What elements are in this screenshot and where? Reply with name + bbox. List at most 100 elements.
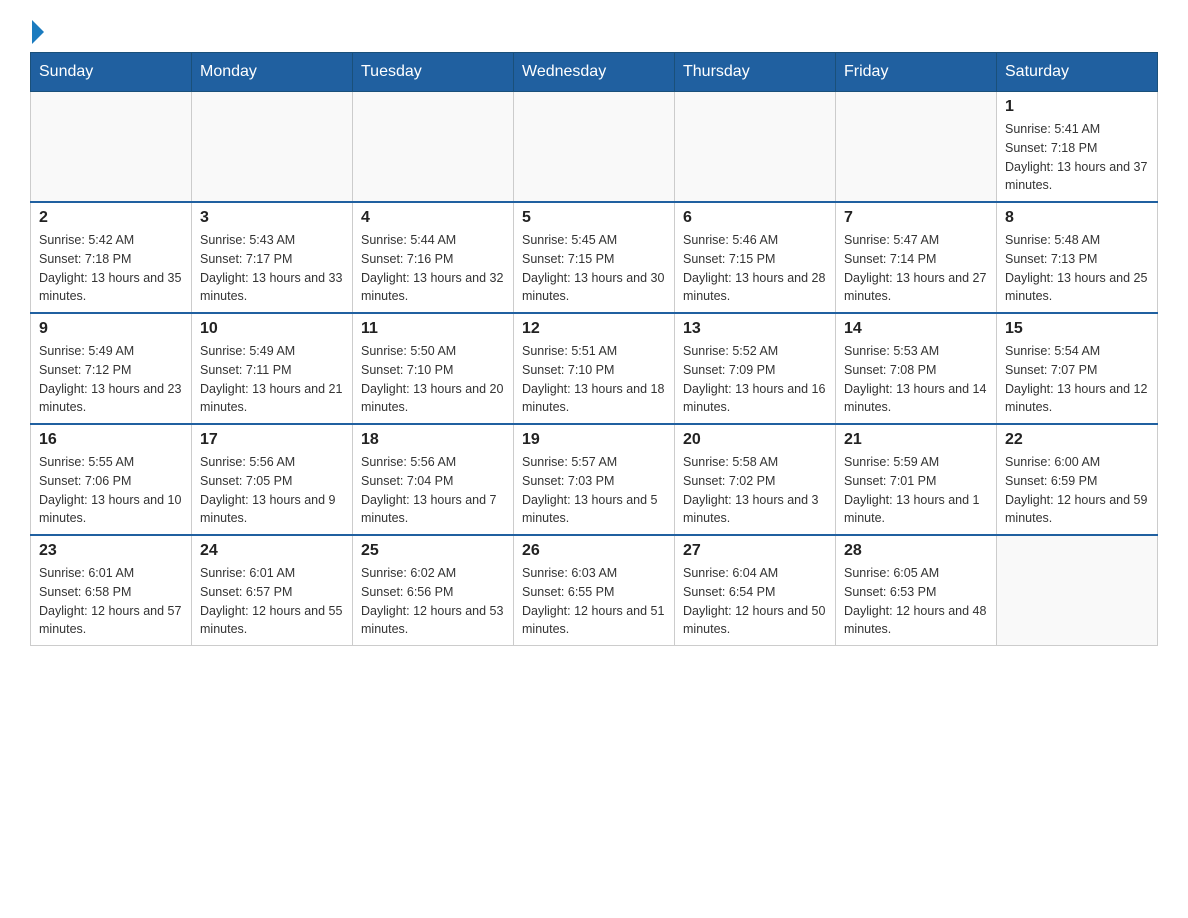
calendar-cell: 23 Sunrise: 6:01 AM Sunset: 6:58 PM Dayli…: [31, 535, 192, 646]
day-number: 23: [39, 542, 183, 560]
weekday-header-row: SundayMondayTuesdayWednesdayThursdayFrid…: [31, 53, 1158, 92]
day-number: 7: [844, 209, 988, 227]
day-info: Sunrise: 5:42 AM Sunset: 7:18 PM Dayligh…: [39, 231, 183, 306]
day-info: Sunrise: 5:59 AM Sunset: 7:01 PM Dayligh…: [844, 453, 988, 528]
calendar-cell: 17 Sunrise: 5:56 AM Sunset: 7:05 PM Dayli…: [192, 424, 353, 535]
day-info: Sunrise: 5:49 AM Sunset: 7:12 PM Dayligh…: [39, 342, 183, 417]
day-number: 28: [844, 542, 988, 560]
day-number: 13: [683, 320, 827, 338]
day-number: 24: [200, 542, 344, 560]
calendar-cell: 22 Sunrise: 6:00 AM Sunset: 6:59 PM Dayli…: [997, 424, 1158, 535]
calendar-cell: 27 Sunrise: 6:04 AM Sunset: 6:54 PM Dayli…: [675, 535, 836, 646]
day-info: Sunrise: 6:01 AM Sunset: 6:58 PM Dayligh…: [39, 564, 183, 639]
day-number: 21: [844, 431, 988, 449]
day-info: Sunrise: 6:05 AM Sunset: 6:53 PM Dayligh…: [844, 564, 988, 639]
calendar-cell: [514, 92, 675, 203]
day-info: Sunrise: 6:01 AM Sunset: 6:57 PM Dayligh…: [200, 564, 344, 639]
day-number: 10: [200, 320, 344, 338]
day-info: Sunrise: 5:52 AM Sunset: 7:09 PM Dayligh…: [683, 342, 827, 417]
day-number: 14: [844, 320, 988, 338]
day-info: Sunrise: 6:02 AM Sunset: 6:56 PM Dayligh…: [361, 564, 505, 639]
day-number: 25: [361, 542, 505, 560]
weekday-header-sunday: Sunday: [31, 53, 192, 92]
calendar-cell: 21 Sunrise: 5:59 AM Sunset: 7:01 PM Dayli…: [836, 424, 997, 535]
day-number: 22: [1005, 431, 1149, 449]
day-info: Sunrise: 6:00 AM Sunset: 6:59 PM Dayligh…: [1005, 453, 1149, 528]
weekday-header-tuesday: Tuesday: [353, 53, 514, 92]
calendar-cell: 13 Sunrise: 5:52 AM Sunset: 7:09 PM Dayli…: [675, 313, 836, 424]
calendar-cell: 7 Sunrise: 5:47 AM Sunset: 7:14 PM Daylig…: [836, 202, 997, 313]
day-info: Sunrise: 6:03 AM Sunset: 6:55 PM Dayligh…: [522, 564, 666, 639]
calendar-table: SundayMondayTuesdayWednesdayThursdayFrid…: [30, 52, 1158, 646]
logo: [30, 20, 44, 42]
day-number: 15: [1005, 320, 1149, 338]
calendar-cell: 15Sunrise: 5:54 AM Sunset: 7:07 PM Dayli…: [997, 313, 1158, 424]
calendar-cell: 20 Sunrise: 5:58 AM Sunset: 7:02 PM Dayli…: [675, 424, 836, 535]
calendar-cell: 6 Sunrise: 5:46 AM Sunset: 7:15 PM Daylig…: [675, 202, 836, 313]
day-number: 6: [683, 209, 827, 227]
day-info: Sunrise: 5:53 AM Sunset: 7:08 PM Dayligh…: [844, 342, 988, 417]
day-number: 4: [361, 209, 505, 227]
weekday-header-friday: Friday: [836, 53, 997, 92]
weekday-header-saturday: Saturday: [997, 53, 1158, 92]
calendar-cell: 5 Sunrise: 5:45 AM Sunset: 7:15 PM Daylig…: [514, 202, 675, 313]
day-info: Sunrise: 5:51 AM Sunset: 7:10 PM Dayligh…: [522, 342, 666, 417]
week-row-2: 2 Sunrise: 5:42 AM Sunset: 7:18 PM Daylig…: [31, 202, 1158, 313]
day-info: Sunrise: 5:46 AM Sunset: 7:15 PM Dayligh…: [683, 231, 827, 306]
day-info: Sunrise: 5:48 AM Sunset: 7:13 PM Dayligh…: [1005, 231, 1149, 306]
calendar-cell: 19 Sunrise: 5:57 AM Sunset: 7:03 PM Dayli…: [514, 424, 675, 535]
day-info: Sunrise: 5:55 AM Sunset: 7:06 PM Dayligh…: [39, 453, 183, 528]
calendar-cell: [675, 92, 836, 203]
calendar-cell: 9 Sunrise: 5:49 AM Sunset: 7:12 PM Daylig…: [31, 313, 192, 424]
day-number: 1: [1005, 98, 1149, 116]
day-number: 16: [39, 431, 183, 449]
day-info: Sunrise: 5:44 AM Sunset: 7:16 PM Dayligh…: [361, 231, 505, 306]
calendar-cell: 25 Sunrise: 6:02 AM Sunset: 6:56 PM Dayli…: [353, 535, 514, 646]
day-number: 17: [200, 431, 344, 449]
calendar-cell: 11Sunrise: 5:50 AM Sunset: 7:10 PM Dayli…: [353, 313, 514, 424]
day-info: Sunrise: 5:56 AM Sunset: 7:04 PM Dayligh…: [361, 453, 505, 528]
week-row-1: 1 Sunrise: 5:41 AM Sunset: 7:18 PM Daylig…: [31, 92, 1158, 203]
calendar-cell: [192, 92, 353, 203]
calendar-cell: 16 Sunrise: 5:55 AM Sunset: 7:06 PM Dayli…: [31, 424, 192, 535]
day-number: 9: [39, 320, 183, 338]
day-number: 12: [522, 320, 666, 338]
calendar-cell: 12 Sunrise: 5:51 AM Sunset: 7:10 PM Dayli…: [514, 313, 675, 424]
calendar-cell: [31, 92, 192, 203]
calendar-cell: [997, 535, 1158, 646]
day-info: Sunrise: 6:04 AM Sunset: 6:54 PM Dayligh…: [683, 564, 827, 639]
day-number: 27: [683, 542, 827, 560]
day-info: Sunrise: 5:41 AM Sunset: 7:18 PM Dayligh…: [1005, 120, 1149, 195]
weekday-header-thursday: Thursday: [675, 53, 836, 92]
page-header: [30, 20, 1158, 42]
day-number: 19: [522, 431, 666, 449]
day-number: 26: [522, 542, 666, 560]
day-info: Sunrise: 5:47 AM Sunset: 7:14 PM Dayligh…: [844, 231, 988, 306]
day-info: Sunrise: 5:58 AM Sunset: 7:02 PM Dayligh…: [683, 453, 827, 528]
week-row-4: 16 Sunrise: 5:55 AM Sunset: 7:06 PM Dayli…: [31, 424, 1158, 535]
day-info: Sunrise: 5:49 AM Sunset: 7:11 PM Dayligh…: [200, 342, 344, 417]
day-number: 20: [683, 431, 827, 449]
weekday-header-monday: Monday: [192, 53, 353, 92]
calendar-cell: 3Sunrise: 5:43 AM Sunset: 7:17 PM Daylig…: [192, 202, 353, 313]
calendar-cell: 28 Sunrise: 6:05 AM Sunset: 6:53 PM Dayli…: [836, 535, 997, 646]
calendar-cell: 24 Sunrise: 6:01 AM Sunset: 6:57 PM Dayli…: [192, 535, 353, 646]
day-number: 5: [522, 209, 666, 227]
day-number: 18: [361, 431, 505, 449]
day-number: 8: [1005, 209, 1149, 227]
calendar-cell: 10 Sunrise: 5:49 AM Sunset: 7:11 PM Dayli…: [192, 313, 353, 424]
day-number: 3: [200, 209, 344, 227]
day-number: 2: [39, 209, 183, 227]
weekday-header-wednesday: Wednesday: [514, 53, 675, 92]
week-row-3: 9 Sunrise: 5:49 AM Sunset: 7:12 PM Daylig…: [31, 313, 1158, 424]
calendar-cell: 26 Sunrise: 6:03 AM Sunset: 6:55 PM Dayli…: [514, 535, 675, 646]
day-info: Sunrise: 5:45 AM Sunset: 7:15 PM Dayligh…: [522, 231, 666, 306]
logo-arrow-icon: [32, 20, 44, 44]
calendar-cell: 18 Sunrise: 5:56 AM Sunset: 7:04 PM Dayli…: [353, 424, 514, 535]
calendar-cell: 14 Sunrise: 5:53 AM Sunset: 7:08 PM Dayli…: [836, 313, 997, 424]
calendar-cell: 2 Sunrise: 5:42 AM Sunset: 7:18 PM Daylig…: [31, 202, 192, 313]
day-info: Sunrise: 5:57 AM Sunset: 7:03 PM Dayligh…: [522, 453, 666, 528]
day-info: Sunrise: 5:56 AM Sunset: 7:05 PM Dayligh…: [200, 453, 344, 528]
calendar-cell: 1 Sunrise: 5:41 AM Sunset: 7:18 PM Daylig…: [997, 92, 1158, 203]
day-number: 11: [361, 320, 505, 338]
